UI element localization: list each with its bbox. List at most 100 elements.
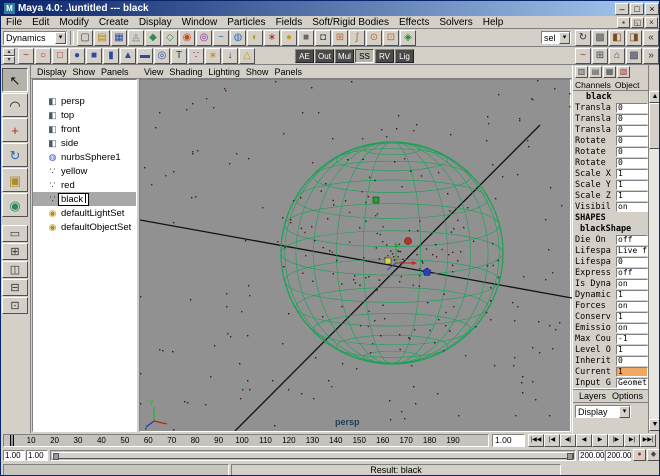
menu-item[interactable]: Fields <box>271 16 308 29</box>
shelf-gravity-icon[interactable]: ↓ <box>222 47 238 64</box>
auto-key-icon[interactable]: ● <box>633 449 646 461</box>
menu-item[interactable]: File <box>1 16 27 29</box>
channel-row[interactable]: Is Dyna on <box>573 278 649 289</box>
time-slider[interactable]: 10 20 30 40 50 60 70 80 90 100 110 120 130 140 150 160 1… <box>3 434 489 447</box>
shelf-circle-icon[interactable]: ○ <box>35 47 51 64</box>
channel-value-field[interactable]: 1 <box>616 344 648 355</box>
current-time-field[interactable]: 1.00 <box>492 434 525 447</box>
show-attr-editor-icon[interactable]: ▥ <box>575 66 588 78</box>
scrollbar-track[interactable] <box>649 103 659 419</box>
channel-row[interactable]: Forces on <box>573 300 649 311</box>
channel-value-field[interactable]: -1 <box>616 333 648 344</box>
panel-menu-item[interactable]: Lighting <box>205 67 243 77</box>
go-to-end-icon[interactable]: ▶▶| <box>640 434 656 447</box>
outliner-item[interactable]: ◉ defaultLightSet <box>33 206 136 220</box>
channel-row[interactable]: Transla 0 <box>573 102 649 113</box>
current-frame-marker[interactable] <box>10 435 14 446</box>
step-forward-frame-icon[interactable]: ▶| <box>624 434 640 447</box>
show-tool-settings-icon[interactable]: ▤ <box>589 66 602 78</box>
channel-value-field[interactable]: 0 <box>616 124 648 135</box>
menu-item[interactable]: Modify <box>54 16 93 29</box>
shelf-tab-down-icon[interactable]: ▾ <box>3 55 15 64</box>
persp-graph-layout-icon[interactable]: ⊡ <box>2 297 28 314</box>
outliner-item[interactable]: ◧ side <box>33 136 136 150</box>
shelf-cube-icon[interactable]: ■ <box>86 47 102 64</box>
outliner-item[interactable]: ◉ defaultObjectSet <box>33 220 136 234</box>
show-grid-icon[interactable]: ⊞ <box>592 47 608 64</box>
outliner-item[interactable]: ∵ red <box>33 178 136 192</box>
snap-grid-icon[interactable]: ⊞ <box>332 29 348 46</box>
construction-history-icon[interactable]: ↻ <box>575 29 591 46</box>
channel-row[interactable]: Transla 0 <box>573 113 649 124</box>
channel-value-field[interactable]: 1 <box>616 311 648 322</box>
shelf-torus-icon[interactable]: ◎ <box>154 47 170 64</box>
panel-menu-item[interactable]: Options <box>609 391 646 401</box>
mask-misc-icon[interactable]: ■ <box>298 29 314 46</box>
panel-restore-icon[interactable]: ◱ <box>631 16 644 28</box>
playback-end-field[interactable]: 200.00 <box>578 450 604 461</box>
two-pane-layout-icon[interactable]: ⊟ <box>2 279 28 296</box>
channel-value-field[interactable]: on <box>616 201 648 212</box>
panel-menu-item[interactable]: Panels <box>98 67 132 77</box>
panel-menu-item[interactable]: Panels <box>271 67 305 77</box>
close-icon[interactable]: × <box>645 2 659 15</box>
maximize-icon[interactable]: □ <box>630 2 644 15</box>
open-scene-icon[interactable]: ▤ <box>94 29 110 46</box>
channel-value-field[interactable]: off <box>616 267 648 278</box>
channel-value-field[interactable]: Live forev <box>616 245 648 256</box>
shelf-tab-up-icon[interactable]: ▴ <box>3 47 15 56</box>
step-back-frame-icon[interactable]: |◀ <box>544 434 560 447</box>
viewport-canvas[interactable]: y persp <box>139 79 573 432</box>
channel-row[interactable]: Emissio on <box>573 322 649 333</box>
channel-value-field[interactable]: 1 <box>616 366 648 377</box>
mask-handles-icon[interactable]: ◉ <box>179 29 195 46</box>
collapse-icon[interactable]: « <box>643 29 659 46</box>
play-forward-icon[interactable]: ▶ <box>592 434 608 447</box>
shelf-curve-icon[interactable]: ~ <box>18 47 34 64</box>
channel-row[interactable]: Inherit 0 <box>573 355 649 366</box>
channel-row[interactable]: Current 1 <box>573 366 649 377</box>
channel-value-field[interactable]: 0 <box>616 355 648 366</box>
chevron-down-icon[interactable]: ▾ <box>619 405 630 418</box>
show-channel-box-icon[interactable]: ▦ <box>603 66 616 78</box>
channel-row[interactable]: Lifespa Live forev <box>573 245 649 256</box>
panel-menu-item[interactable]: Shading <box>166 67 205 77</box>
channel-row[interactable]: Scale X 1 <box>573 168 649 179</box>
select-component-icon[interactable]: ◇ <box>162 29 178 46</box>
hypershade-icon[interactable]: ▩ <box>626 47 642 64</box>
shelf-button[interactable]: Out <box>315 48 334 63</box>
shelf-text-icon[interactable]: T <box>171 47 187 64</box>
channel-row[interactable]: Max Cou -1 <box>573 333 649 344</box>
menu-item[interactable]: Edit <box>27 16 54 29</box>
rotate-tool-icon[interactable]: ↻ <box>2 143 28 167</box>
mask-rendering-icon[interactable]: ● <box>281 29 297 46</box>
render-globals-icon[interactable]: ▩ <box>592 29 608 46</box>
channel-row[interactable]: Conserv 1 <box>573 311 649 322</box>
select-object-icon[interactable]: ◆ <box>145 29 161 46</box>
channel-value-field[interactable]: on <box>616 278 648 289</box>
scale-tool-icon[interactable]: ▣ <box>2 168 28 192</box>
channel-row[interactable]: SHAPES <box>573 212 649 223</box>
channel-value-field[interactable]: 0 <box>616 102 648 113</box>
mask-curves-icon[interactable]: ~ <box>213 29 229 46</box>
selection-mask-combo[interactable]: sel ▾ <box>541 31 571 44</box>
shelf-button[interactable]: SS <box>355 48 374 63</box>
move-tool-icon[interactable]: + <box>2 118 28 142</box>
play-backward-icon[interactable]: ◀ <box>576 434 592 447</box>
menu-item[interactable]: Display <box>134 16 177 29</box>
ipr-render-icon[interactable]: ◨ <box>626 29 642 46</box>
panel-menu-item[interactable]: Layers <box>576 391 609 401</box>
channel-row[interactable]: Dynamic 1 <box>573 289 649 300</box>
minimize-icon[interactable]: – <box>615 2 629 15</box>
channel-value-field[interactable]: on <box>616 300 648 311</box>
shelf-square-icon[interactable]: □ <box>52 47 68 64</box>
single-pane-layout-icon[interactable]: ▭ <box>2 225 28 242</box>
expand-icon[interactable]: » <box>643 47 659 64</box>
shelf-emitter-icon[interactable]: ∗ <box>205 47 221 64</box>
channel-row[interactable]: Rotate 0 <box>573 135 649 146</box>
mask-dynamics-icon[interactable]: ∗ <box>264 29 280 46</box>
panel-close-icon[interactable]: × <box>645 16 658 28</box>
menu-item[interactable]: Window <box>177 16 223 29</box>
scrollbar-thumb[interactable] <box>649 103 659 149</box>
shelf-particle-icon[interactable]: ∵ <box>188 47 204 64</box>
